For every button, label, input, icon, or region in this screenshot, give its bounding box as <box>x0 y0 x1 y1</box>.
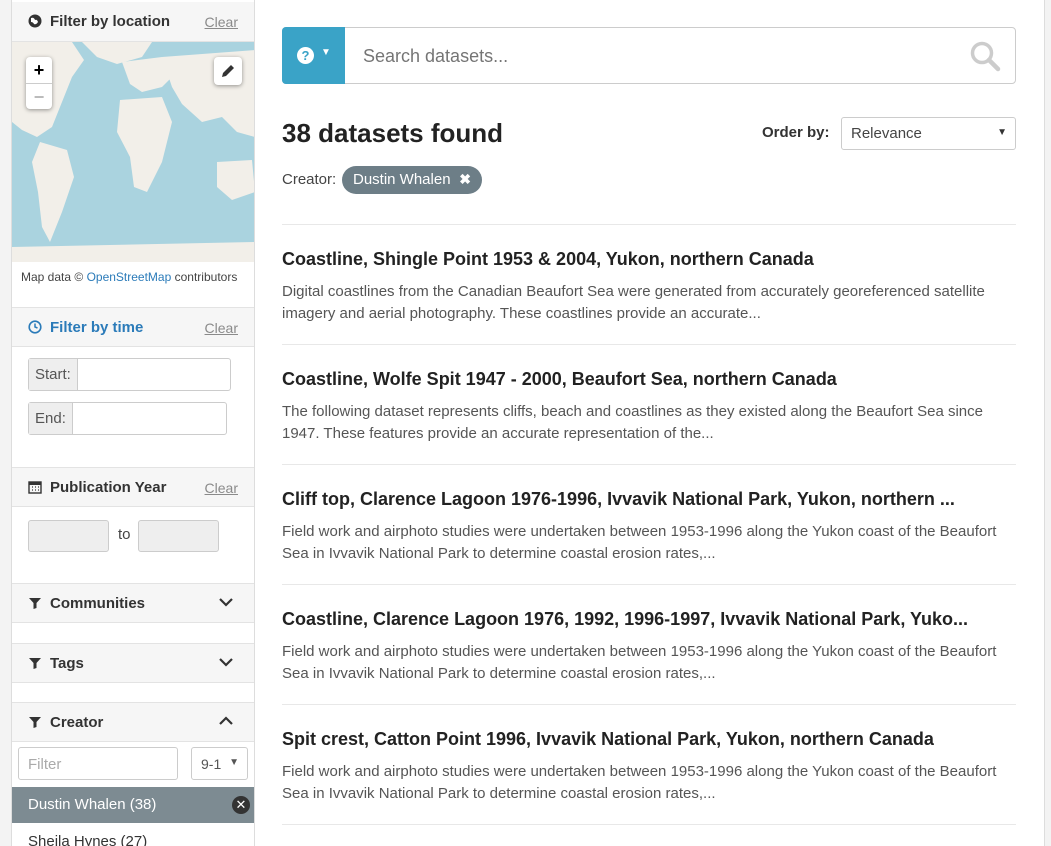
creator-item-active[interactable]: Dustin Whalen (38) ✕ <box>12 787 254 823</box>
dataset-item: Cliff top, Clarence Lagoon 1976-1996, Iv… <box>282 465 1016 585</box>
creator-filter-placeholder: Filter <box>28 756 62 773</box>
order-by-value: Relevance <box>851 125 922 142</box>
dataset-title-link[interactable]: Spit crest, Catton Point 1996, Ivvavik N… <box>282 729 934 750</box>
caret-down-icon: ▼ <box>997 127 1007 138</box>
dataset-title-link[interactable]: Coastline, Shingle Point 1953 & 2004, Yu… <box>282 249 814 270</box>
attribution-prefix: Map data © <box>21 270 84 284</box>
location-map[interactable]: + − <box>12 42 254 262</box>
creator-item[interactable]: Sheila Hynes (27) <box>28 833 147 846</box>
page: Filter by location Clear + − Map data © … <box>11 0 1045 846</box>
map-attribution: Map data © OpenStreetMap contributors <box>12 262 254 302</box>
search-icon[interactable] <box>969 40 1001 72</box>
results-count: 38 datasets found <box>282 118 504 148</box>
facet-creator-header[interactable]: Creator <box>12 702 254 742</box>
year-to-label: to <box>118 526 131 543</box>
creator-sort-select[interactable]: 9-1 ▼ <box>191 747 248 780</box>
dataset-description: Digital coastlines from the Canadian Bea… <box>282 283 985 322</box>
end-label: End: <box>29 403 73 434</box>
dataset-description: Field work and airphoto studies were und… <box>282 643 997 682</box>
start-date-field[interactable]: Start: <box>28 358 231 391</box>
active-filter-pill: Dustin Whalen ✖ <box>342 166 482 194</box>
dataset-item: Coastline, Clarence Lagoon 1976, 1992, 1… <box>282 585 1016 705</box>
zoom-out-button[interactable]: − <box>26 83 52 109</box>
creator-filter-input[interactable]: Filter <box>18 747 178 780</box>
chevron-down-icon <box>219 598 233 607</box>
remove-filter-icon[interactable]: ✖ <box>459 171 471 188</box>
order-by-label: Order by: <box>762 124 830 141</box>
time-clear-link[interactable]: Clear <box>205 320 238 336</box>
year-from-input[interactable] <box>28 520 109 552</box>
creator-item-label: Dustin Whalen (38) <box>28 796 157 813</box>
filter-icon <box>29 598 41 609</box>
calendar-icon <box>28 481 42 494</box>
facet-location-header: Filter by location Clear <box>12 2 254 42</box>
facet-communities-title: Communities <box>50 595 146 612</box>
dataset-title-link[interactable]: Coastline, Wolfe Spit 1947 - 2000, Beauf… <box>282 369 837 390</box>
search-help-button[interactable]: ? ▼ <box>282 27 345 84</box>
facet-pubyear-title: Publication Year <box>50 479 167 496</box>
attribution-suffix: contributors <box>174 270 238 284</box>
filter-icon <box>29 717 41 728</box>
start-label: Start: <box>29 359 78 390</box>
creator-sort-value: 9-1 <box>201 756 222 772</box>
caret-down-icon: ▼ <box>321 47 331 58</box>
question-icon: ? <box>297 47 314 64</box>
dataset-title-link[interactable]: Coastline, Clarence Lagoon 1976, 1992, 1… <box>282 609 968 630</box>
facet-creator-title: Creator <box>50 714 104 731</box>
results-list: Coastline, Shingle Point 1953 & 2004, Yu… <box>282 224 1016 825</box>
pubyear-clear-link[interactable]: Clear <box>205 480 238 496</box>
clock-icon <box>28 320 42 334</box>
zoom-in-button[interactable]: + <box>26 57 52 83</box>
dataset-item: Spit crest, Catton Point 1996, Ivvavik N… <box>282 705 1016 825</box>
openstreetmap-link[interactable]: OpenStreetMap <box>87 270 172 284</box>
filter-icon <box>29 658 41 669</box>
remove-icon[interactable]: ✕ <box>232 796 250 814</box>
pencil-icon <box>222 65 234 77</box>
facet-tags-header[interactable]: Tags <box>12 643 254 683</box>
facet-time-title: Filter by time <box>50 319 144 336</box>
globe-icon <box>28 14 42 28</box>
search-input[interactable] <box>361 45 921 67</box>
location-clear-link[interactable]: Clear <box>205 14 238 30</box>
dataset-description: Field work and airphoto studies were und… <box>282 523 997 562</box>
draw-area-button[interactable] <box>214 57 242 85</box>
active-filter-value: Dustin Whalen <box>353 171 451 188</box>
facet-time-header: Filter by time Clear <box>12 307 254 347</box>
dataset-item: Coastline, Wolfe Spit 1947 - 2000, Beauf… <box>282 345 1016 465</box>
sidebar: Filter by location Clear + − Map data © … <box>12 0 255 846</box>
map-zoom-control: + − <box>26 57 52 109</box>
end-date-field[interactable]: End: <box>28 402 227 435</box>
order-by-select[interactable]: Relevance ▼ <box>841 117 1016 150</box>
dataset-item: Coastline, Shingle Point 1953 & 2004, Yu… <box>282 225 1016 345</box>
year-to-input[interactable] <box>138 520 219 552</box>
dataset-description: The following dataset represents cliffs,… <box>282 403 983 442</box>
caret-down-icon: ▼ <box>229 757 239 768</box>
facet-location-title: Filter by location <box>50 13 171 30</box>
facet-communities-header[interactable]: Communities <box>12 583 254 623</box>
active-filter-label: Creator: <box>282 171 337 188</box>
search-bar: ? ▼ <box>282 27 1016 84</box>
facet-tags-title: Tags <box>50 655 84 672</box>
chevron-down-icon <box>219 658 233 667</box>
dataset-title-link[interactable]: Cliff top, Clarence Lagoon 1976-1996, Iv… <box>282 489 955 510</box>
chevron-up-icon <box>219 716 233 725</box>
facet-pubyear-header: Publication Year Clear <box>12 467 254 507</box>
dataset-description: Field work and airphoto studies were und… <box>282 763 997 802</box>
